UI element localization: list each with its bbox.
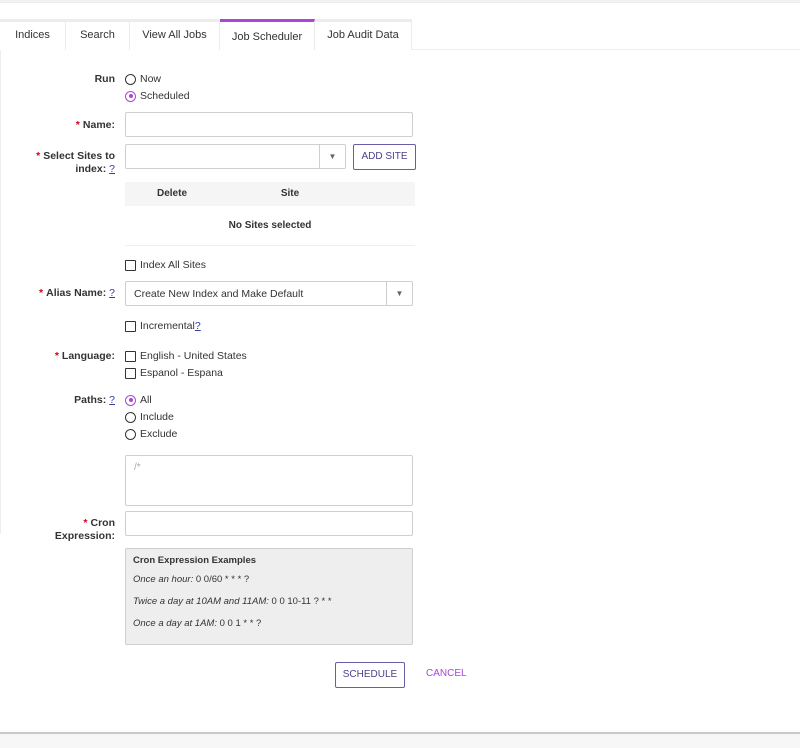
paths-exclude-radio[interactable]: Exclude (125, 428, 177, 440)
cron-example-desc: Once an hour: (133, 574, 194, 585)
schedule-button[interactable]: SCHEDULE (335, 662, 405, 688)
radio-checked-icon (125, 394, 136, 406)
cron-expression-label: * Cron Expression: (55, 517, 115, 543)
add-site-button[interactable]: ADD SITE (353, 144, 416, 170)
chevron-down-icon[interactable]: ▼ (386, 282, 412, 305)
chevron-down-icon[interactable]: ▼ (319, 145, 345, 168)
required-icon: * (39, 287, 44, 299)
cron-example-expr: 0 0/60 * * * ? (193, 574, 250, 585)
tab-search[interactable]: Search (66, 22, 130, 50)
cancel-button[interactable]: CANCEL (426, 668, 467, 679)
content-left-border (0, 50, 1, 534)
incremental-checkbox[interactable]: Incremental? (125, 320, 201, 332)
language-espanol-checkbox[interactable]: Espanol - Espana (125, 367, 223, 379)
run-now-radio[interactable]: Now (125, 73, 161, 85)
index-all-sites-checkbox[interactable]: Index All Sites (125, 259, 206, 271)
radio-unchecked-icon (125, 411, 136, 423)
required-icon: * (54, 350, 59, 362)
cron-examples-panel: Cron Expression Examples Once an hour: 0… (125, 548, 413, 645)
alias-name-select[interactable]: Create New Index and Make Default ▼ (125, 281, 413, 306)
sites-empty-message: No Sites selected (125, 206, 415, 246)
cron-example-row: Once a day at 1AM: 0 0 1 * * ? (133, 618, 405, 629)
language-english-checkbox[interactable]: English - United States (125, 350, 247, 362)
incremental-label: Incremental (140, 320, 195, 332)
select-sites-label: * Select Sites to index: ? (36, 150, 115, 176)
cron-label-line1: Cron (90, 517, 116, 529)
alias-name-value: Create New Index and Make Default (134, 287, 304, 300)
cron-label-line2: Expression: (54, 530, 115, 542)
run-scheduled-label: Scheduled (140, 90, 190, 102)
paths-include-label: Include (140, 411, 174, 423)
sites-table: Delete Site No Sites selected (125, 182, 415, 246)
sites-help-link[interactable]: ? (109, 163, 115, 175)
run-scheduled-radio[interactable]: Scheduled (125, 90, 190, 102)
checkbox-icon (125, 259, 136, 271)
column-header-site: Site (280, 188, 300, 199)
paths-exclude-label: Exclude (140, 428, 178, 440)
incremental-help-link[interactable]: ? (195, 320, 201, 332)
name-input[interactable] (125, 112, 413, 137)
cron-example-desc: Twice a day at 10AM and 11AM: (133, 596, 269, 607)
tab-job-audit-data[interactable]: Job Audit Data (315, 22, 412, 50)
top-border (0, 0, 800, 3)
name-label: * Name: (76, 119, 115, 132)
paths-textarea-placeholder: /* (134, 462, 141, 473)
paths-all-radio[interactable]: All (125, 394, 152, 406)
select-sites-label-line1: Select Sites to (43, 150, 115, 162)
run-label: Run (94, 73, 115, 85)
tab-view-all-jobs[interactable]: View All Jobs (130, 22, 220, 50)
radio-unchecked-icon (125, 428, 136, 440)
paths-include-radio[interactable]: Include (125, 411, 174, 423)
required-icon: * (83, 517, 88, 529)
paths-label-text: Paths: (74, 394, 107, 406)
checkbox-icon (125, 320, 136, 332)
alias-name-label: * Alias Name: ? (39, 287, 115, 300)
language-english-label: English - United States (140, 350, 247, 362)
cron-example-row: Twice a day at 10AM and 11AM: 0 0 10-11 … (133, 596, 405, 607)
paths-help-link[interactable]: ? (109, 394, 115, 406)
language-label-text: Language: (61, 350, 115, 362)
cron-example-expr: 0 0 10-11 ? * * (268, 596, 332, 607)
sites-select[interactable]: ▼ (125, 144, 346, 169)
checkbox-icon (125, 367, 136, 379)
cron-example-desc: Once a day at 1AM: (133, 618, 217, 629)
cron-expression-input[interactable] (125, 511, 413, 536)
paths-textarea[interactable]: /* (125, 455, 413, 506)
cron-example-expr: 0 0 1 * * ? (216, 618, 262, 629)
required-icon: * (36, 150, 41, 162)
tab-job-scheduler[interactable]: Job Scheduler (220, 19, 315, 50)
column-header-delete: Delete (157, 188, 188, 199)
language-espanol-label: Espanol - Espana (140, 367, 223, 379)
name-label-text: Name: (82, 119, 115, 131)
bottom-border (0, 732, 800, 748)
alias-help-link[interactable]: ? (109, 287, 115, 299)
tab-bar: Indices Search View All Jobs Job Schedul… (0, 19, 800, 50)
radio-unchecked-icon (125, 73, 136, 85)
alias-name-label-text: Alias Name: (46, 287, 107, 299)
language-label: * Language: (55, 350, 115, 363)
radio-checked-icon (125, 90, 136, 102)
index-all-sites-label: Index All Sites (140, 259, 206, 271)
tab-indices[interactable]: Indices (0, 22, 66, 50)
run-now-label: Now (140, 73, 162, 85)
select-sites-label-line2: index: (75, 163, 107, 175)
paths-all-label: All (140, 394, 152, 406)
paths-label: Paths: ? (74, 394, 115, 407)
sites-table-header: Delete Site (125, 182, 415, 206)
required-icon: * (75, 119, 80, 131)
cron-examples-title: Cron Expression Examples (133, 555, 257, 566)
checkbox-icon (125, 350, 136, 362)
cron-example-row: Once an hour: 0 0/60 * * * ? (133, 574, 405, 585)
